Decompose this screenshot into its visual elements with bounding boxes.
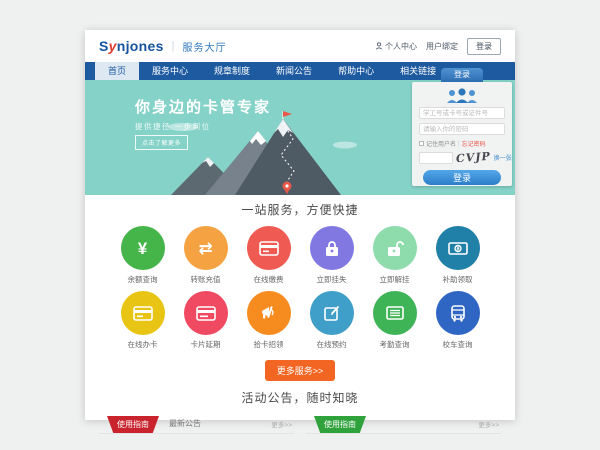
captcha-row: CVJP 换一张 [419,151,512,164]
announcement-panels: 使用指南 最新公告 更多>> 使用指南 更多>> [85,414,515,434]
password-input[interactable] [419,123,505,135]
yen-glyph: ¥ [138,240,147,257]
bus-icon [436,291,480,335]
service-label: 在线预约 [310,339,354,350]
remember-row: 记住用户名 | 忘记密码 [419,139,512,148]
service-label: 立即挂失 [310,274,354,285]
logo-text-post: njones [117,38,164,54]
announcements-title: 活动公告，随时知晓 [85,389,515,406]
bank-card-icon [184,291,228,335]
lock-icon [310,226,354,270]
header-login-button[interactable]: 登录 [467,38,501,55]
guide-panel-2: 使用指南 更多>> [306,414,501,434]
logo[interactable]: Synjones [99,38,164,54]
more-services-button[interactable]: 更多服务>> [265,360,336,381]
service-label: 在线办卡 [121,339,165,350]
login-panel: 登录 记住用户名 | 忘记密码 CVJP 换一张 登录 [412,82,512,186]
service-item-attendance[interactable]: 考勤查询 [373,291,417,350]
nav-item-service-center[interactable]: 服务中心 [139,62,201,80]
services-title: 一站服务，方便快捷 [85,201,515,218]
service-item-school-bus[interactable]: 校车查询 [436,291,480,350]
captcha-refresh-link[interactable]: 换一张 [494,153,512,162]
nav-item-links[interactable]: 相关链接 [387,62,449,80]
site-name: 服务大厅 [183,39,227,54]
person-icon [375,42,383,50]
tab-usage-guide[interactable]: 使用指南 [107,416,159,433]
service-item-online-booking[interactable]: 在线预约 [310,291,354,350]
unlock-icon [373,226,417,270]
tab-usage-guide-2[interactable]: 使用指南 [314,416,366,433]
transfer-arrows-icon: ⇄ [184,226,228,270]
logo-text-pre: S [99,38,109,54]
nav-item-news[interactable]: 新闻公告 [263,62,325,80]
logo-accent: y [109,38,117,54]
personal-center-link[interactable]: 个人中心 [375,41,417,52]
service-label: 在线缴费 [247,274,291,285]
users-icon [444,88,480,103]
guide-panel: 使用指南 最新公告 更多>> [99,414,294,434]
header: Synjones | 服务大厅 个人中心 用户绑定 登录 [85,30,515,62]
nav-item-home[interactable]: 首页 [95,62,139,80]
service-item-unlock[interactable]: 立即解挂 [373,226,417,285]
service-item-transfer[interactable]: ⇄ 转账充值 [184,226,228,285]
service-item-subsidy[interactable]: ¥ 补助领取 [436,226,480,285]
transfer-glyph: ⇄ [198,240,212,257]
bank-card-icon [121,291,165,335]
service-label: 余额查询 [121,274,165,285]
login-submit-button[interactable]: 登录 [423,170,501,185]
service-label: 转账充值 [184,274,228,285]
service-item-report-loss[interactable]: 立即挂失 [310,226,354,285]
service-item-balance[interactable]: ¥ 余额查询 [121,226,165,285]
remember-checkbox[interactable] [419,141,424,146]
service-item-lost-found[interactable]: 拾卡招领 [247,291,291,350]
megaphone-icon [247,291,291,335]
user-binding-link[interactable]: 用户绑定 [426,41,458,52]
captcha-image: CVJP [456,150,492,165]
service-item-apply-card[interactable]: 在线办卡 [121,291,165,350]
guide-more-link[interactable]: 更多>> [271,419,292,429]
service-item-card-renewal[interactable]: 卡片延期 [184,291,228,350]
login-tab[interactable]: 登录 [441,68,483,82]
nav-item-rules[interactable]: 规章制度 [201,62,263,80]
captcha-input[interactable] [419,152,453,164]
services-section: 一站服务，方便快捷 ¥ 余额查询 ⇄ 转账充值 在线缴费 立即挂失 [85,195,515,381]
banknote-icon: ¥ [436,226,480,270]
remember-divider: | [458,141,460,147]
mountain-illustration [153,111,368,195]
service-label: 卡片延期 [184,339,228,350]
forgot-password-link[interactable]: 忘记密码 [462,139,486,148]
service-label: 校车查询 [436,339,480,350]
tab-latest-news[interactable]: 最新公告 [169,418,201,429]
announcements-section: 活动公告，随时知晓 使用指南 最新公告 更多>> 使用指南 更多>> [85,389,515,434]
services-row-1: ¥ 余额查询 ⇄ 转账充值 在线缴费 立即挂失 [85,226,515,285]
header-right: 个人中心 用户绑定 登录 [375,38,501,55]
bank-card-icon [247,226,291,270]
guide-more-link-2[interactable]: 更多>> [478,419,499,429]
service-label: 补助领取 [436,274,480,285]
yen-icon: ¥ [121,226,165,270]
edit-icon [310,291,354,335]
services-row-2: 在线办卡 卡片延期 拾卡招领 在线预约 [85,291,515,350]
service-label: 立即解挂 [373,274,417,285]
service-label: 考勤查询 [373,339,417,350]
service-item-payment[interactable]: 在线缴费 [247,226,291,285]
nav-item-help-center[interactable]: 帮助中心 [325,62,387,80]
remember-label: 记住用户名 [426,139,456,148]
page-container: Synjones | 服务大厅 个人中心 用户绑定 登录 首页 服务中心 规章制… [85,30,515,420]
account-input[interactable] [419,107,505,119]
header-divider: | [172,40,175,52]
user-binding-label: 用户绑定 [426,41,458,52]
attendance-list-icon [373,291,417,335]
service-label: 拾卡招领 [247,339,291,350]
personal-center-label: 个人中心 [385,41,417,52]
